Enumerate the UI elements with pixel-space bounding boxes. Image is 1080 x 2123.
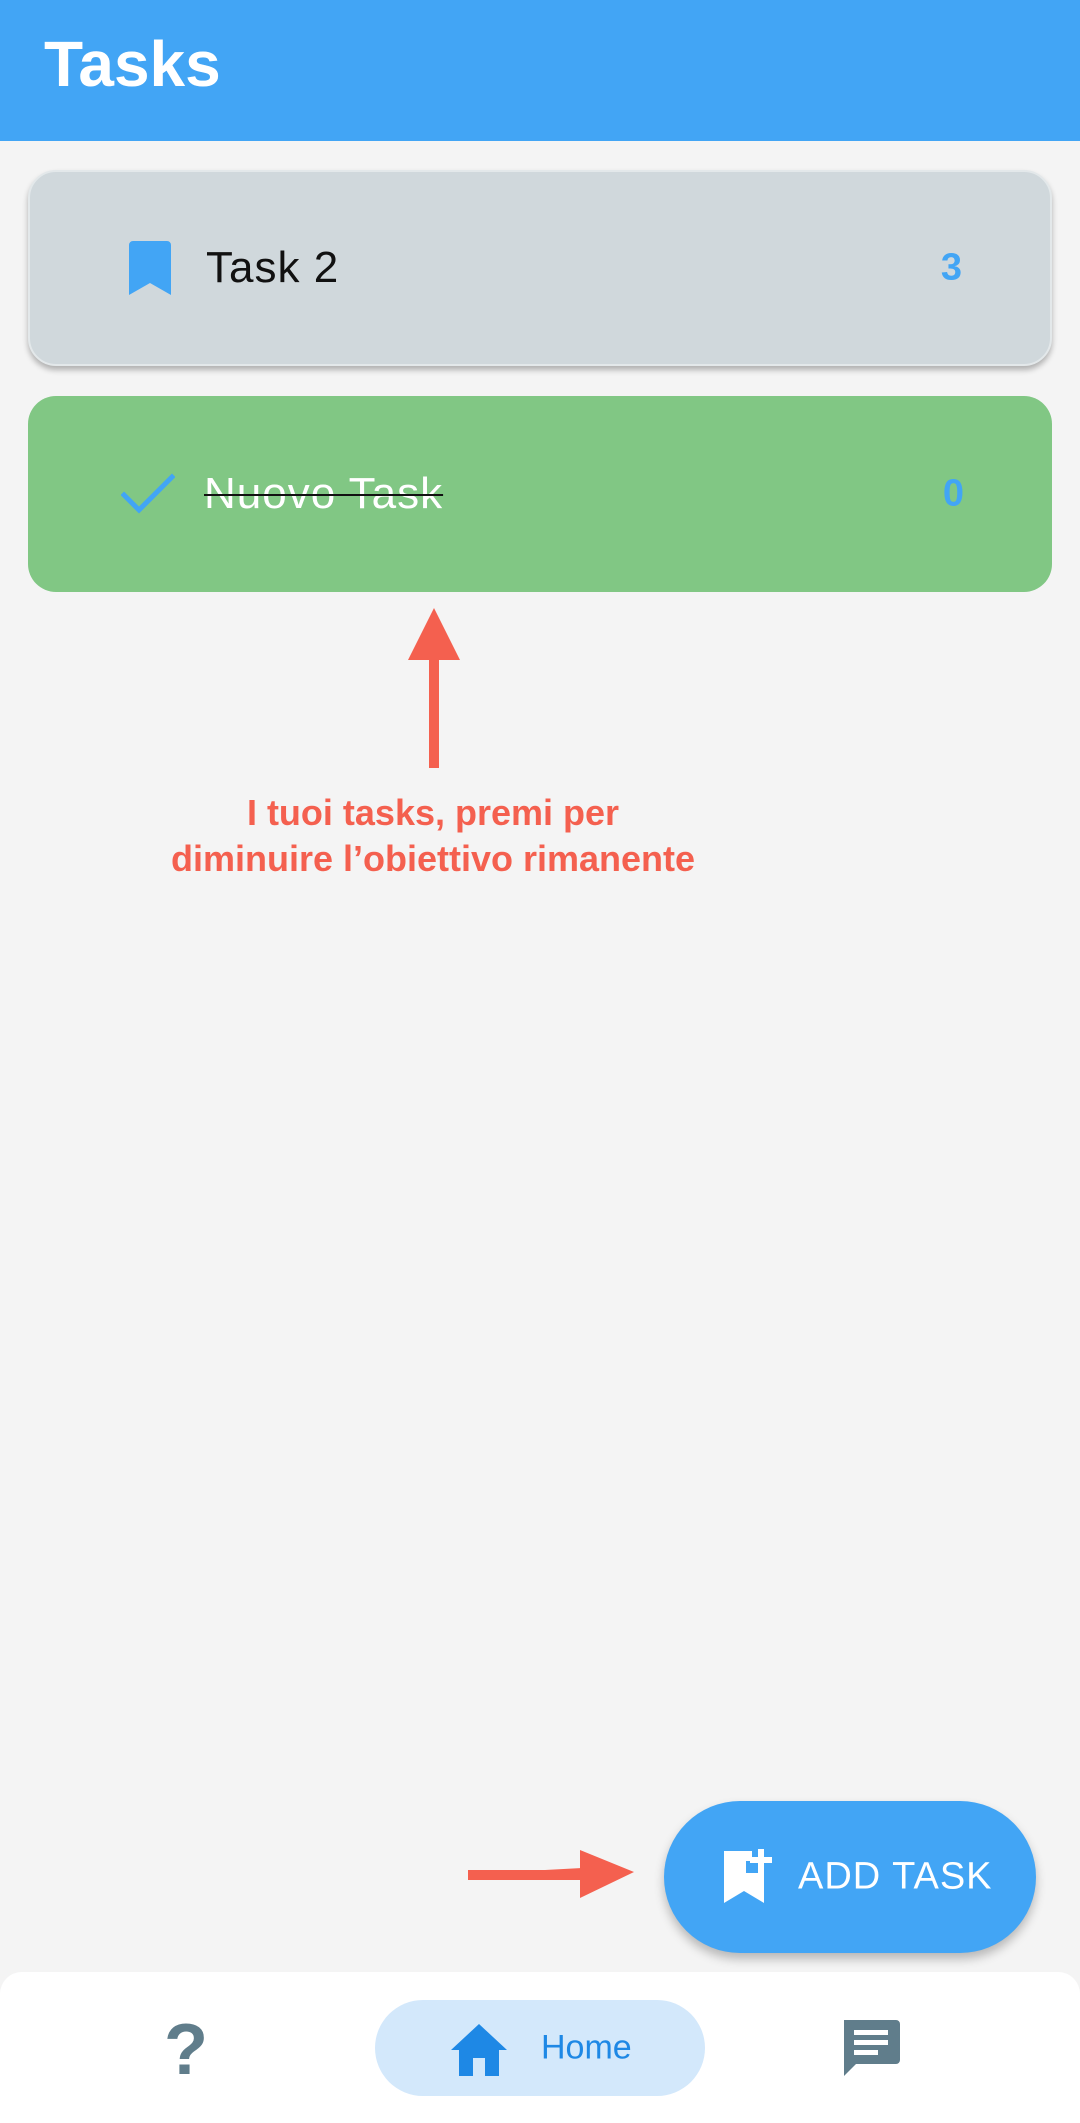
app-bar: Tasks [0, 0, 1080, 141]
add-task-button[interactable]: ADD TASK [664, 1801, 1036, 1953]
nav-home-label: Home [541, 2028, 632, 2067]
task-count: 0 [942, 472, 964, 515]
bottom-navigation: ? Home [0, 1972, 1080, 2123]
task-card-task-2[interactable]: Task 2 3 [28, 170, 1052, 366]
task-label: Nuovo Task [204, 469, 444, 518]
task-card-nuovo-task[interactable]: Nuovo Task 0 [28, 396, 1052, 592]
bookmark-icon [102, 220, 198, 316]
task-count: 3 [940, 246, 962, 289]
add-task-label: ADD TASK [798, 1855, 993, 1898]
chat-icon[interactable] [838, 2016, 902, 2080]
annotation-up-arrow [408, 608, 460, 768]
annotation-line-2: diminuire l’obiettivo rimanente [170, 838, 696, 879]
task-label: Task 2 [206, 243, 340, 292]
nav-item-home[interactable]: Home [375, 2000, 705, 2096]
page-title: Tasks [44, 28, 221, 100]
annotation-line-1: I tuoi tasks, premi per [246, 792, 620, 833]
check-icon [100, 446, 196, 542]
bookmark-add-icon [724, 1849, 772, 1903]
annotation-text: I tuoi tasks, premi per diminuire l’obie… [100, 790, 766, 882]
annotation-right-arrow [468, 1850, 634, 1898]
home-icon [451, 2024, 507, 2076]
help-icon[interactable]: ? [156, 2010, 216, 2090]
